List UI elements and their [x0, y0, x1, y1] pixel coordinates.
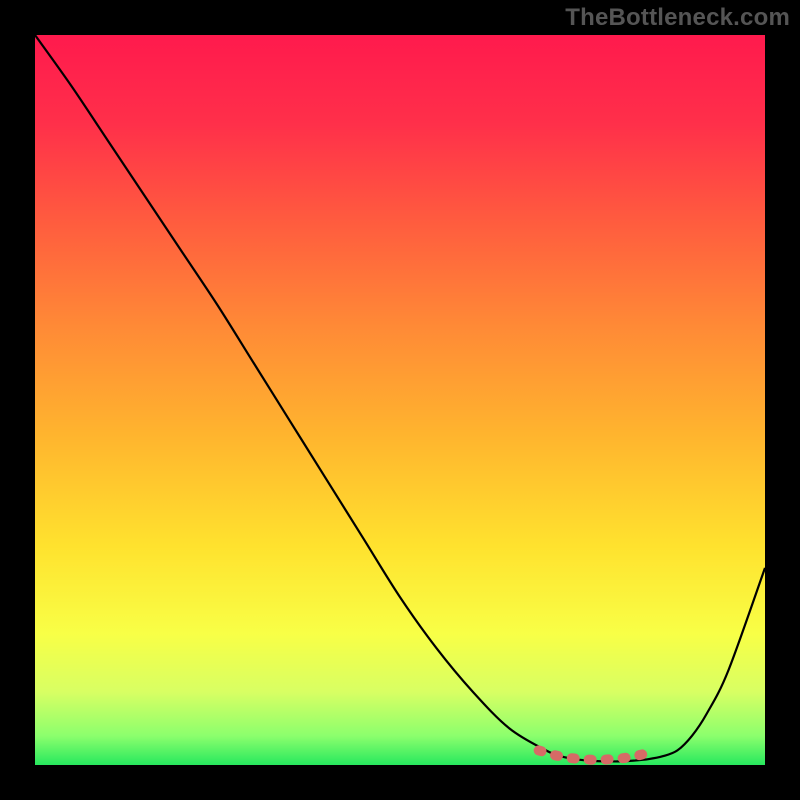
plot-area — [35, 35, 765, 765]
chart-svg — [35, 35, 765, 765]
chart-frame: TheBottleneck.com — [0, 0, 800, 800]
watermark-text: TheBottleneck.com — [565, 4, 790, 32]
gradient-background — [35, 35, 765, 765]
